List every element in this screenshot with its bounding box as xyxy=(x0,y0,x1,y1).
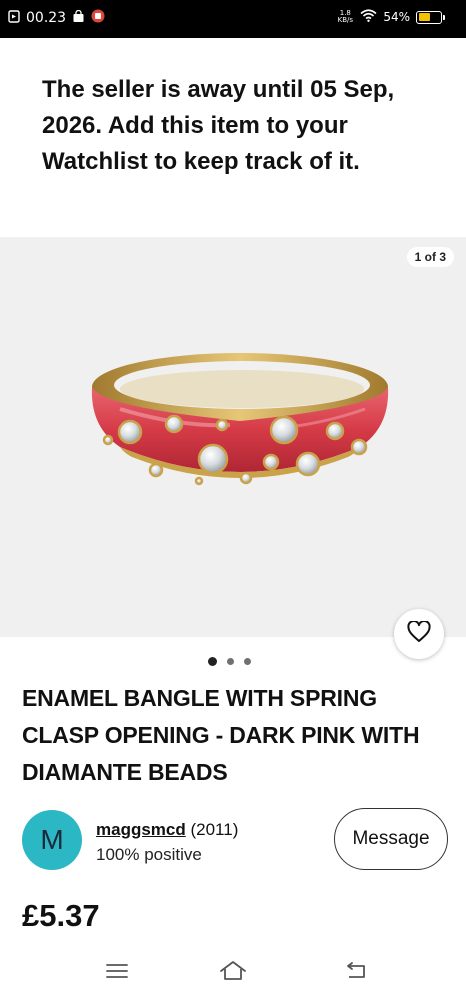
carousel-dot[interactable] xyxy=(244,658,251,665)
seller-name-link[interactable]: maggsmcd xyxy=(96,820,186,839)
heart-icon xyxy=(407,619,431,648)
status-bar: 00.23 1.8 KB/s 54% xyxy=(0,0,466,38)
back-icon xyxy=(343,961,367,985)
item-price: £5.37 xyxy=(22,898,100,933)
menu-icon xyxy=(106,963,128,984)
wifi-icon xyxy=(360,9,377,25)
carousel-dot[interactable] xyxy=(227,658,234,665)
network-speed: 1.8 KB/s xyxy=(337,9,354,24)
seller-feedback-percent: 100% positive xyxy=(96,845,202,864)
seller-info: M maggsmcd (2011) 100% positive Message xyxy=(22,808,448,874)
home-button[interactable] xyxy=(218,960,248,986)
status-bar-right: 1.8 KB/s 54% xyxy=(336,9,445,25)
carousel-dot[interactable] xyxy=(208,657,217,666)
status-bar-left: 00.23 xyxy=(8,9,105,27)
screen-record-icon xyxy=(8,9,20,27)
battery-percent: 54% xyxy=(383,10,410,24)
seller-away-notice: The seller is away until 05 Sep, 2026. A… xyxy=(42,76,395,175)
home-icon xyxy=(218,960,248,987)
image-counter: 1 of 3 xyxy=(406,247,454,267)
carousel-pagination xyxy=(208,657,251,666)
seller-name-line: maggsmcd (2011) xyxy=(96,820,238,840)
shopping-bag-icon xyxy=(72,9,85,27)
seller-feedback-count: (2011) xyxy=(190,820,239,839)
recent-apps-button[interactable] xyxy=(102,960,132,986)
product-image[interactable] xyxy=(80,337,400,497)
app-notification-icon xyxy=(91,9,105,27)
system-navigation-bar xyxy=(0,948,466,1000)
add-to-watchlist-button[interactable] xyxy=(394,609,444,659)
message-seller-button[interactable]: Message xyxy=(334,808,448,870)
battery-icon xyxy=(416,10,445,24)
image-carousel[interactable]: 1 of 3 xyxy=(0,237,466,659)
back-button[interactable] xyxy=(340,960,370,986)
listing-title: ENAMEL BANGLE WITH SPRING CLASP OPENING … xyxy=(22,685,420,785)
seller-avatar[interactable]: M xyxy=(22,810,82,870)
status-time: 00.23 xyxy=(26,10,67,26)
battery-level xyxy=(418,13,430,21)
